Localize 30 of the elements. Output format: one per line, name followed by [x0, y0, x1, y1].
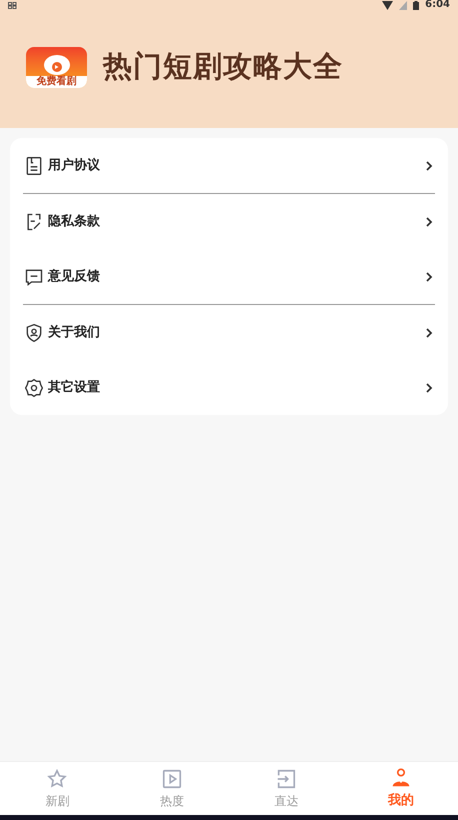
menu-item[interactable]: 用户协议	[10, 138, 448, 193]
menu-item[interactable]: 其它设置	[10, 360, 448, 415]
settings-icon	[24, 378, 44, 398]
user-icon	[390, 766, 412, 789]
menu-item[interactable]: 隐私条款	[10, 194, 448, 249]
menu-label: 隐私条款	[48, 212, 101, 231]
menu-item[interactable]: 关于我们	[10, 305, 448, 360]
play-icon	[160, 768, 183, 790]
menu-label: 用户协议	[48, 156, 101, 175]
chevron-right-icon	[424, 216, 434, 228]
signal-icon	[399, 0, 408, 10]
wifi-icon	[382, 0, 394, 10]
menu-item[interactable]: 意见反馈	[10, 249, 448, 304]
chevron-right-icon	[424, 326, 434, 338]
mascot-icon	[42, 54, 72, 76]
menu-label: 关于我们	[48, 324, 101, 342]
enter-icon	[275, 768, 298, 790]
chevron-right-icon	[424, 160, 434, 172]
page-title: 热门短剧攻略大全	[103, 48, 343, 86]
document-icon	[24, 156, 44, 176]
menu-label: 意见反馈	[48, 268, 101, 286]
notification-icon	[8, 2, 17, 8]
logo-caption: 免费看剧	[26, 76, 87, 88]
battery-icon	[413, 0, 420, 10]
shield-user-icon	[24, 322, 44, 342]
chevron-right-icon	[424, 270, 434, 282]
chevron-right-icon	[424, 382, 434, 394]
star-icon	[46, 768, 68, 790]
message-icon	[24, 266, 44, 286]
menu-label: 其它设置	[48, 378, 101, 397]
